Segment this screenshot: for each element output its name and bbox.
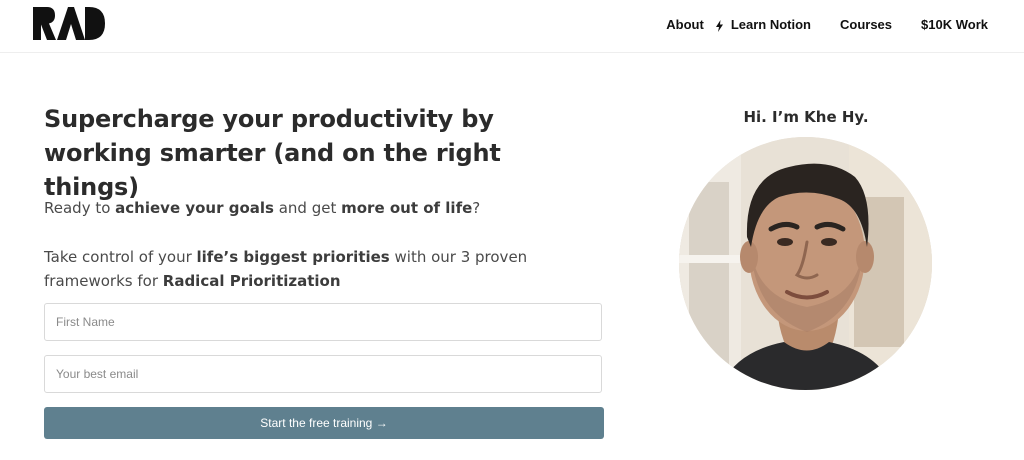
email-input[interactable]: [44, 355, 602, 393]
nav-10k-work[interactable]: $10K Work: [921, 17, 988, 32]
hero-intro-bold-2: more out of life: [341, 199, 473, 217]
profile-photo: [679, 137, 932, 390]
first-name-input[interactable]: [44, 303, 602, 341]
rad-logo[interactable]: [33, 7, 105, 40]
hero-pitch-bold-2: Radical Prioritization: [162, 272, 341, 290]
nav-courses[interactable]: Courses: [840, 17, 892, 32]
lightning-bolt-icon: [715, 19, 723, 32]
hero-headline: Supercharge your productivity by working…: [44, 105, 501, 201]
profile-photo-illustration: [679, 137, 932, 390]
hero-intro-text-2: and get: [273, 199, 342, 217]
nav-learn-notion[interactable]: Learn Notion: [715, 17, 811, 32]
start-free-training-button[interactable]: Start the free training →: [44, 407, 604, 439]
hero-intro-text-1: Ready to: [44, 199, 116, 217]
profile-greeting: Hi. I’m Khe Hy.: [743, 108, 869, 126]
site-header: About Learn Notion Courses $10K Work: [0, 0, 1024, 53]
nav-about[interactable]: About: [666, 17, 704, 32]
hero-intro-bold-1: achieve your goals: [115, 199, 274, 217]
nav-learn-notion-label: Learn Notion: [730, 17, 811, 32]
top-nav: About Learn Notion Courses $10K Work: [666, 17, 988, 32]
hero-intro: Ready to achieve your goals and get more…: [44, 196, 604, 220]
hero-intro-text-3: ?: [472, 199, 481, 217]
hero-pitch: Take control of your life’s biggest prio…: [44, 245, 584, 293]
hero-pitch-text-1: Take control of your: [44, 248, 197, 266]
hero-pitch-bold-1: life’s biggest priorities: [196, 248, 390, 266]
